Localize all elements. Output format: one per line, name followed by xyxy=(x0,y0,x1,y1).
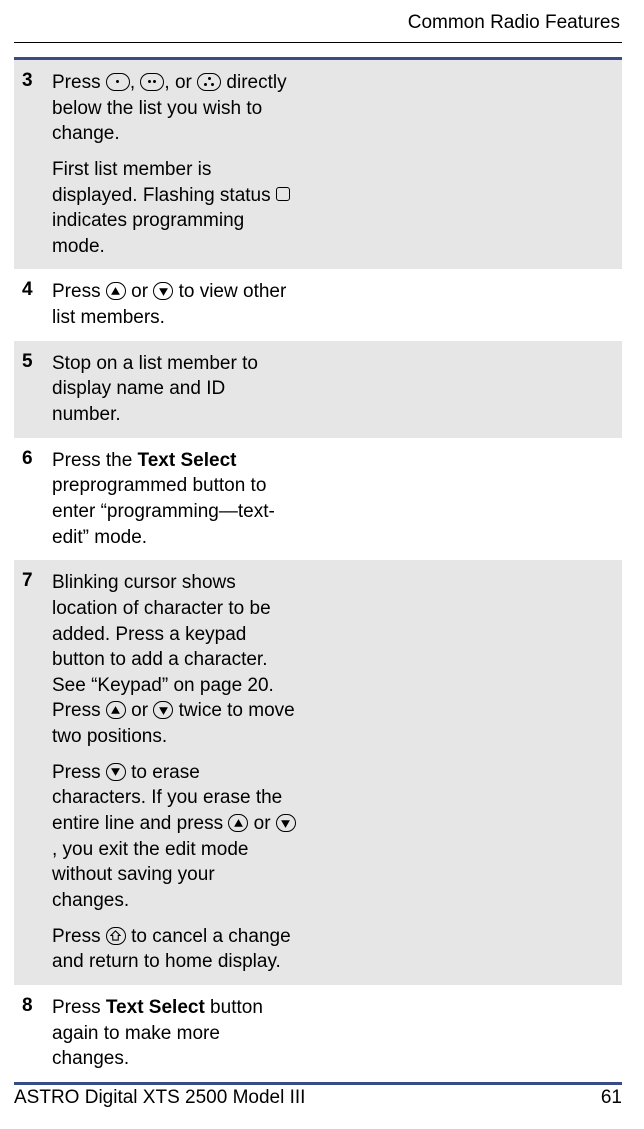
step-paragraph: First list member is displayed. Flashing… xyxy=(52,157,296,260)
text-run: or xyxy=(126,281,153,302)
footer-page-number: 61 xyxy=(601,1087,622,1109)
text-run: Press xyxy=(52,997,106,1018)
step-body: Stop on a list member to display name an… xyxy=(52,351,302,428)
text-run: preprogrammed button to enter “programmi… xyxy=(52,475,275,547)
text-run: , xyxy=(130,72,141,93)
step-row: 3Press , , or directly below the list yo… xyxy=(14,60,622,269)
text-run: Press the xyxy=(52,450,138,471)
softkey-three-dot-icon xyxy=(197,73,221,91)
page-header-title: Common Radio Features xyxy=(14,10,622,34)
step-paragraph: Press the Text Select preprogrammed butt… xyxy=(52,448,296,551)
text-run: Press xyxy=(52,762,106,783)
bold-text: Text Select xyxy=(138,450,237,471)
step-paragraph: Press to cancel a change and return to h… xyxy=(52,924,296,975)
step-body: Press or to view other list members. xyxy=(52,279,302,330)
step-paragraph: Press Text Select button again to make m… xyxy=(52,995,296,1072)
step-body: Press the Text Select preprogrammed butt… xyxy=(52,448,302,551)
nav-down-icon xyxy=(153,701,173,719)
step-number: 6 xyxy=(14,448,52,551)
nav-down-icon xyxy=(106,763,126,781)
text-run: , or xyxy=(164,72,197,93)
nav-up-icon xyxy=(106,282,126,300)
nav-down-icon xyxy=(153,282,173,300)
text-run: Press xyxy=(52,72,106,93)
step-number: 5 xyxy=(14,351,52,428)
step-paragraph: Stop on a list member to display name an… xyxy=(52,351,296,428)
step-row: 7Blinking cursor shows location of chara… xyxy=(14,560,622,985)
text-run: , you exit the edit mode without saving … xyxy=(52,839,248,911)
nav-down-icon xyxy=(276,814,296,832)
step-body: Press Text Select button again to make m… xyxy=(52,995,302,1072)
text-run: indicates programming mode. xyxy=(52,210,244,257)
step-number: 8 xyxy=(14,995,52,1072)
steps-table: 3Press , , or directly below the list yo… xyxy=(14,57,622,1085)
softkey-two-dot-icon xyxy=(140,73,164,91)
footer-left: ASTRO Digital XTS 2500 Model III xyxy=(14,1087,305,1109)
text-run: or xyxy=(126,700,153,721)
step-row: 6Press the Text Select preprogrammed but… xyxy=(14,438,622,561)
text-run: First list member is displayed. Flashing… xyxy=(52,159,276,206)
step-number: 3 xyxy=(14,70,52,259)
step-number: 4 xyxy=(14,279,52,330)
step-paragraph: Press , , or directly below the list you… xyxy=(52,70,296,147)
header-rule xyxy=(14,42,622,43)
text-run: Press xyxy=(52,281,106,302)
bold-text: Text Select xyxy=(106,997,205,1018)
text-run: Stop on a list member to display name an… xyxy=(52,353,258,425)
step-number: 7 xyxy=(14,570,52,975)
nav-up-icon xyxy=(228,814,248,832)
softkey-one-dot-icon xyxy=(106,73,130,91)
text-run: or xyxy=(248,813,275,834)
page-footer: ASTRO Digital XTS 2500 Model III 61 xyxy=(14,1087,622,1109)
home-icon xyxy=(106,927,126,945)
page: Common Radio Features 3Press , , or dire… xyxy=(0,0,644,1129)
step-body: Press , , or directly below the list you… xyxy=(52,70,302,259)
step-row: 5Stop on a list member to display name a… xyxy=(14,341,622,438)
step-paragraph: Press or to view other list members. xyxy=(52,279,296,330)
step-row: 8Press Text Select button again to make … xyxy=(14,985,622,1082)
step-body: Blinking cursor shows location of charac… xyxy=(52,570,302,975)
step-paragraph: Blinking cursor shows location of charac… xyxy=(52,570,296,749)
step-row: 4Press or to view other list members. xyxy=(14,269,622,340)
status-indicator-icon xyxy=(276,187,290,201)
nav-up-icon xyxy=(106,701,126,719)
text-run: Press xyxy=(52,926,106,947)
step-paragraph: Press to erase characters. If you erase … xyxy=(52,760,296,914)
